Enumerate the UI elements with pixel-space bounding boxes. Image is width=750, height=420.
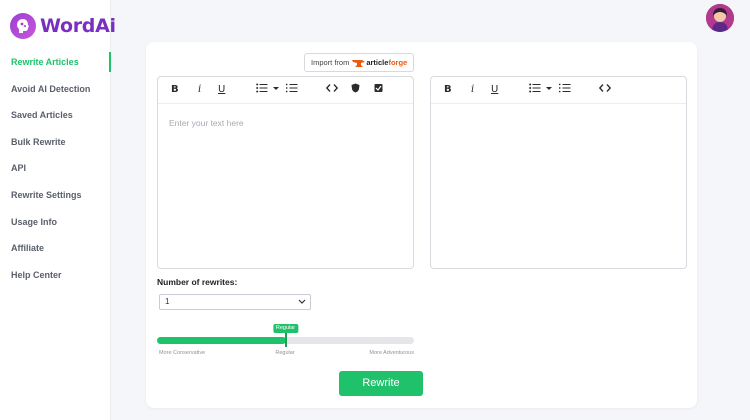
input-editor-toolbar: B i U: [158, 77, 413, 104]
number-of-rewrites-label: Number of rewrites:: [157, 277, 238, 287]
bulleted-list-icon[interactable]: [256, 83, 268, 97]
output-editor: B i U: [430, 76, 687, 269]
code-icon[interactable]: [325, 83, 339, 97]
articleforge-logo: articleforge: [352, 58, 407, 67]
italic-icon[interactable]: i: [471, 83, 474, 97]
slider-handle[interactable]: [284, 333, 287, 347]
dropdown-caret-icon[interactable]: [273, 83, 279, 97]
anvil-icon: [352, 59, 366, 67]
sidebar-item-affiliate[interactable]: Affiliate: [0, 235, 111, 262]
slider-label-regular: Regular: [275, 350, 295, 356]
sidebar-item-saved-articles[interactable]: Saved Articles: [0, 102, 111, 129]
logo[interactable]: WordAi: [10, 13, 116, 39]
italic-icon[interactable]: i: [198, 83, 201, 97]
rewrite-button[interactable]: Rewrite: [339, 371, 423, 396]
slider-fill: [157, 337, 286, 344]
logo-text: WordAi: [40, 15, 116, 37]
numbered-list-icon[interactable]: [286, 83, 298, 97]
underline-icon[interactable]: U: [218, 83, 225, 97]
number-of-rewrites-value: 1: [165, 297, 170, 306]
dropdown-caret-icon[interactable]: [546, 83, 552, 97]
code-icon[interactable]: [598, 83, 612, 97]
avatar[interactable]: [706, 4, 734, 32]
check-box-icon[interactable]: [374, 83, 383, 97]
numbered-list-icon[interactable]: [559, 83, 571, 97]
bold-icon[interactable]: B: [171, 83, 179, 97]
sidebar: WordAi Rewrite Articles Avoid AI Detecti…: [0, 0, 116, 420]
brain-logo-icon: [10, 13, 36, 39]
sidebar-item-avoid-ai-detection[interactable]: Avoid AI Detection: [0, 76, 111, 103]
import-label: Import from: [311, 58, 350, 67]
input-text-area[interactable]: Enter your text here: [158, 105, 413, 268]
bulleted-list-icon[interactable]: [529, 83, 541, 97]
output-text-area[interactable]: [431, 105, 686, 268]
slider-value-tag: Regular: [272, 324, 299, 333]
output-editor-toolbar: B i U: [431, 77, 686, 104]
underline-icon[interactable]: U: [491, 83, 498, 97]
bold-icon[interactable]: B: [444, 83, 452, 97]
slider-label-conservative: More Conservative: [159, 350, 206, 356]
articleforge-text: articleforge: [366, 58, 408, 67]
input-editor: B i U Enter your text here: [157, 76, 414, 269]
sidebar-nav: Rewrite Articles Avoid AI Detection Save…: [0, 49, 111, 288]
sidebar-item-usage-info[interactable]: Usage Info: [0, 209, 111, 236]
import-articleforge-button[interactable]: Import from articleforge: [304, 53, 414, 72]
chevron-down-icon: [298, 295, 306, 315]
number-of-rewrites-select[interactable]: 1: [159, 294, 311, 310]
sidebar-item-rewrite-articles[interactable]: Rewrite Articles: [0, 49, 111, 76]
sidebar-item-help-center[interactable]: Help Center: [0, 262, 111, 289]
sidebar-item-api[interactable]: API: [0, 155, 111, 182]
slider-label-adventurous: More Adventurous: [369, 350, 414, 356]
sidebar-item-rewrite-settings[interactable]: Rewrite Settings: [0, 182, 111, 209]
shield-icon[interactable]: [351, 83, 360, 97]
sidebar-item-bulk-rewrite[interactable]: Bulk Rewrite: [0, 129, 111, 156]
input-placeholder: Enter your text here: [169, 118, 244, 128]
